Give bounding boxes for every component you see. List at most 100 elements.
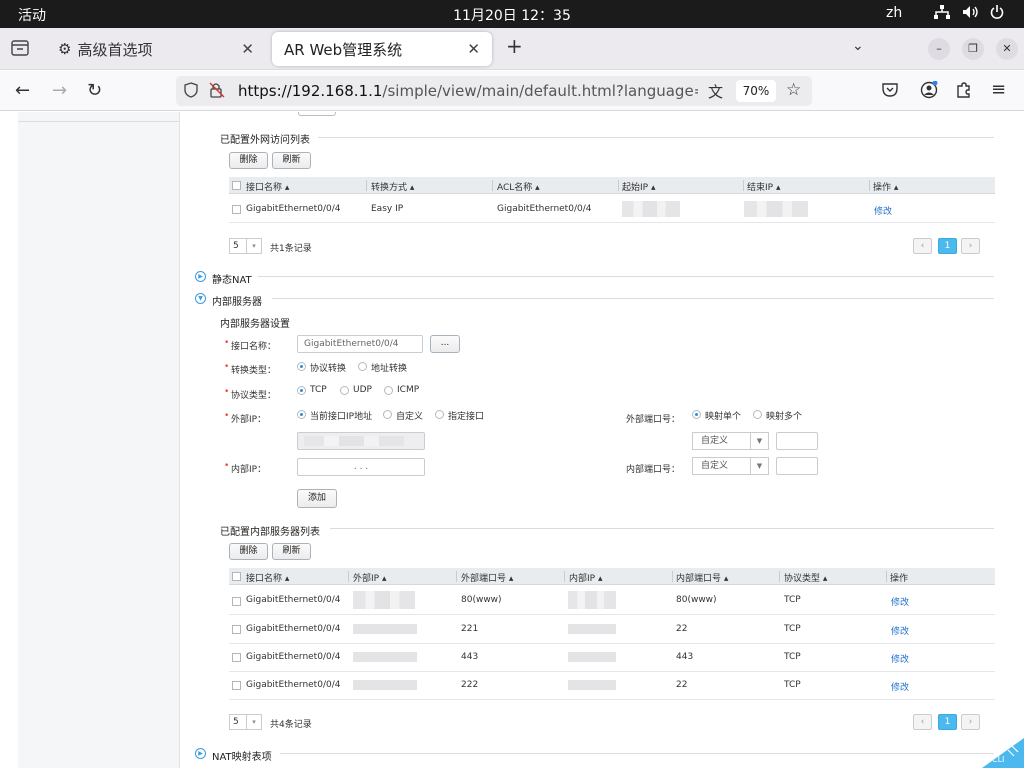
tab-ar-web-admin[interactable]: AR Web管理系统 ✕ [272,32,492,66]
edit-link[interactable]: 修改 [891,680,909,693]
add-button[interactable]: 添加 [297,489,337,508]
col-header-ext-port[interactable]: 外部端口号 ▴ [461,571,513,584]
col-header-end-ip[interactable]: 结束IP ▴ [747,180,780,193]
insecure-lock-icon[interactable] [209,82,225,102]
cli-badge[interactable]: CLI [982,738,1024,768]
prev-page-button[interactable]: ‹ [913,238,932,254]
ext-port-select[interactable]: 自定义 ▼ [692,432,769,450]
col-header-mode[interactable]: 转换方式 ▴ [371,180,414,193]
reload-icon[interactable]: ↻ [87,80,102,101]
proto-udp-radio[interactable] [340,386,349,395]
col-header-iface[interactable]: 接口名称 ▴ [246,571,289,584]
cell-iface: GigabitEthernet0/0/4 [246,652,341,662]
forward-arrow-icon[interactable]: → [52,80,67,101]
input-language-indicator[interactable]: zh [886,5,902,21]
server-delete-button[interactable]: 删除 [229,543,268,560]
ext-ip-custom-radio[interactable] [383,410,392,419]
cell-int-port: 80(www) [676,595,717,605]
select-all-checkbox[interactable] [232,572,241,581]
chevron-down-icon: ▼ [750,433,768,449]
wan-refresh-button[interactable]: 刷新 [272,152,311,169]
row-checkbox[interactable] [232,625,241,634]
internal-server-section[interactable]: 内部服务器 [212,293,262,308]
conv-protocol-radio[interactable] [297,362,306,371]
url-text[interactable]: https://192.168.1.1/simple/view/main/def… [238,82,698,100]
cell-iface: GigabitEthernet0/0/4 [246,680,341,690]
close-tab-icon[interactable]: ✕ [241,40,254,58]
bookmark-star-icon[interactable]: ☆ [786,80,801,100]
volume-icon[interactable] [962,5,980,23]
page-size-select[interactable]: 5 ▾ [229,238,262,254]
clock[interactable]: 11月20日 12：35 [0,5,1024,25]
tab-advanced-preferences[interactable]: ⚙ 高级首选项 ✕ [46,32,266,66]
ext-port-input[interactable] [776,432,818,450]
expand-arrow-icon[interactable]: ▶ [195,748,206,759]
edit-link[interactable]: 修改 [874,204,892,217]
static-nat-section[interactable]: 静态NAT [212,271,252,286]
collapse-arrow-icon[interactable]: ▼ [195,293,206,304]
page-number[interactable]: 1 [938,238,957,254]
expand-arrow-icon[interactable]: ▶ [195,271,206,282]
col-header-iface[interactable]: 接口名称 ▴ [246,180,289,193]
edit-link[interactable]: 修改 [891,624,909,637]
power-icon[interactable] [990,5,1004,23]
network-icon[interactable] [934,5,950,23]
tab-overview-icon[interactable] [11,40,29,60]
row-checkbox[interactable] [232,681,241,690]
int-port-select[interactable]: 自定义 ▼ [692,457,769,475]
redacted-start-ip [622,201,680,217]
new-tab-button[interactable]: + [506,34,523,58]
conv-address-radio[interactable] [358,362,367,371]
nat-table-section[interactable]: NAT映射表项 [212,748,272,763]
int-port-label: 内部端口号： [626,465,681,475]
zoom-level-button[interactable]: 70% [736,80,776,102]
page-number[interactable]: 1 [938,714,957,730]
col-header-int-port[interactable]: 内部端口号 ▴ [676,571,728,584]
account-icon[interactable] [920,80,938,104]
proto-tcp-radio[interactable] [297,386,306,395]
page-size-select[interactable]: 5 ▾ [229,714,262,730]
edit-link[interactable]: 修改 [891,595,909,608]
tab-list-chevron-down-icon[interactable]: ⌄ [852,38,864,54]
back-arrow-icon[interactable]: ← [15,80,30,101]
row-checkbox[interactable] [232,597,241,606]
redacted-int-ip [568,652,616,662]
next-page-button[interactable]: › [961,238,980,254]
int-port-input[interactable] [776,457,818,475]
extensions-icon[interactable] [955,81,973,104]
row-checkbox[interactable] [232,653,241,662]
col-header-op[interactable]: 操作 ▴ [873,180,898,193]
prev-page-button[interactable]: ‹ [913,714,932,730]
ext-ip-current-radio[interactable] [297,410,306,419]
pocket-icon[interactable] [882,81,898,102]
ext-ip-iface-radio[interactable] [435,410,444,419]
close-window-button[interactable]: ✕ [996,38,1018,60]
cutoff-button[interactable] [298,112,336,116]
iface-input[interactable]: GigabitEthernet0/0/4 [297,335,423,353]
proto-icmp-radio[interactable] [384,386,393,395]
server-refresh-button[interactable]: 刷新 [272,543,311,560]
col-header-acl[interactable]: ACL名称 ▴ [497,180,540,193]
col-header-start-ip[interactable]: 起始IP ▴ [622,180,655,193]
menu-icon[interactable]: ≡ [991,79,1006,100]
minimize-button[interactable]: – [928,38,950,60]
ext-port-single-radio[interactable] [692,410,701,419]
ext-port-label: 外部端口号： [626,415,681,425]
ext-port-multi-radio[interactable] [753,410,762,419]
int-ip-input[interactable]: . . . [297,458,425,476]
edit-link[interactable]: 修改 [891,652,909,665]
close-tab-icon[interactable]: ✕ [467,40,480,58]
column-divider [886,571,887,582]
col-header-proto[interactable]: 协议类型 ▴ [784,571,827,584]
row-checkbox[interactable] [232,205,241,214]
next-page-button[interactable]: › [961,714,980,730]
url-bar[interactable]: https://192.168.1.1/simple/view/main/def… [176,76,812,106]
shield-icon[interactable] [184,82,198,102]
col-header-int-ip[interactable]: 内部IP ▴ [569,571,602,584]
select-all-checkbox[interactable] [232,181,241,190]
restore-button[interactable]: ❐ [962,38,984,60]
wan-delete-button[interactable]: 删除 [229,152,268,169]
col-header-ext-ip[interactable]: 外部IP ▴ [353,571,386,584]
translate-icon[interactable]: 文 [708,81,723,102]
browse-iface-button[interactable]: ... [430,335,460,353]
